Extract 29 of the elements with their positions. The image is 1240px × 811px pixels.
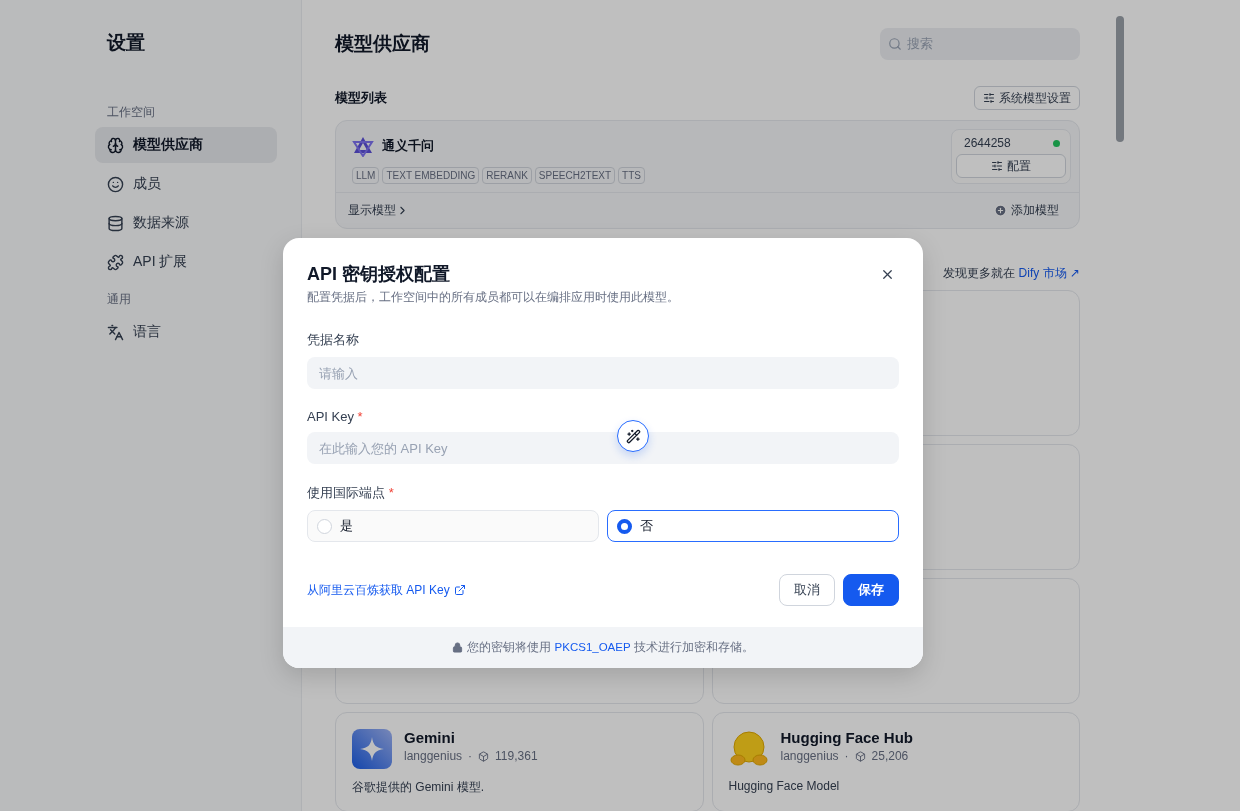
encryption-note: 您的密钥将使用 PKCS1_OAEP 技术进行加密和存储。: [467, 640, 754, 655]
model-type-tag: TTS: [618, 167, 645, 184]
plugin-description: Hugging Face Model: [728, 779, 841, 793]
separator-dot: ·: [468, 749, 473, 763]
page-title: 模型供应商: [335, 32, 430, 56]
field-label: 凭据名称: [307, 331, 360, 349]
plugin-description: 谷歌提供的 Gemini 模型.: [352, 779, 485, 796]
settings-title: 设置: [105, 31, 146, 55]
group-label: 工作空间: [106, 104, 156, 121]
install-count: 25,206: [871, 749, 909, 763]
install-count: 119,361: [495, 749, 538, 763]
model-type-tag: TEXT EMBEDDING: [382, 167, 480, 184]
model-type-tag: SPEECH2TEXT: [534, 167, 616, 184]
field-label: API Key *: [307, 409, 364, 424]
provider-name: 通义千问: [382, 137, 434, 155]
section-title: 模型列表: [335, 89, 387, 107]
dialog-subtitle: 配置凭据后，工作空间中的所有成员都可以在编排应用时使用此模型。: [307, 290, 680, 305]
field-label: 使用国际端点 *: [307, 484, 395, 502]
plugin-author: langgenius: [780, 749, 839, 763]
group-label: 通用: [106, 291, 132, 308]
separator-dot: ·: [844, 749, 849, 763]
plugin-name: Hugging Face Hub: [780, 729, 913, 746]
plugin-author: langgenius: [404, 749, 463, 763]
marketplace-text: 发现更多就在 Dify 市场 ↗: [943, 265, 1080, 282]
model-type-tag: RERANK: [482, 167, 532, 184]
quota-number: 2644258: [963, 136, 1011, 150]
dialog-title: API 密钥授权配置: [307, 263, 450, 286]
plugin-name: Gemini: [404, 729, 456, 746]
model-type-tag: LLM: [352, 167, 380, 184]
